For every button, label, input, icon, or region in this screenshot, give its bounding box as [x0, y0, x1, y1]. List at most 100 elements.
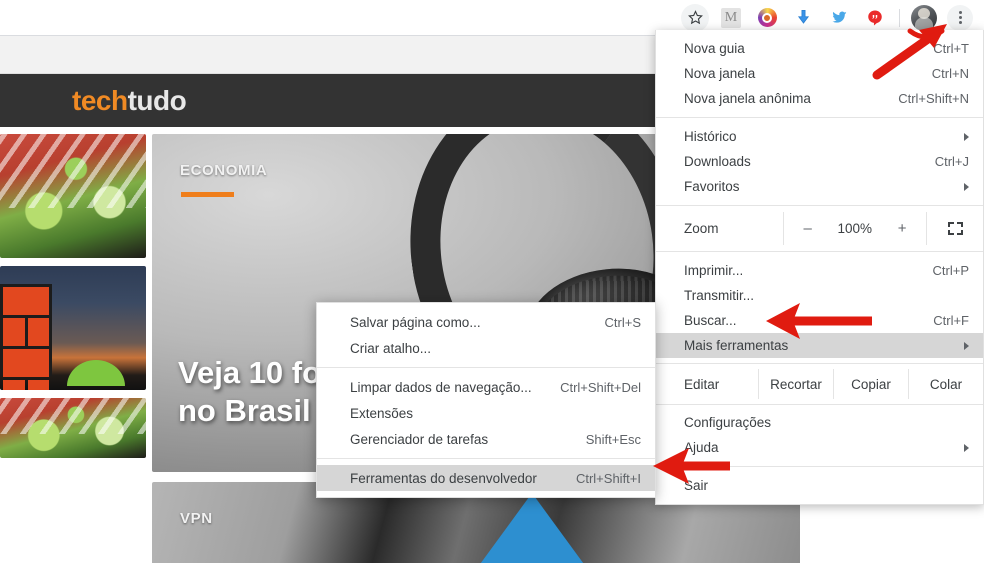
menu-item-help[interactable]: Ajuda — [656, 435, 983, 460]
more-tools-submenu[interactable]: Salvar página como... Ctrl+S Criar atalh… — [316, 302, 656, 498]
menu-item-find-label: Buscar... — [684, 313, 737, 328]
profile-avatar[interactable] — [910, 4, 938, 32]
hero-title: Veja 10 for no Brasil — [178, 354, 333, 430]
blue-triangle-decoration — [437, 492, 628, 563]
zoom-in-button[interactable]: + — [898, 220, 907, 237]
sidebar-thumbnails — [0, 127, 152, 563]
menu-item-history[interactable]: Histórico — [656, 124, 983, 149]
menu-edit-copy[interactable]: Copiar — [834, 369, 909, 399]
menu-item-new-tab-label: Nova guia — [684, 41, 745, 56]
menu-item-cast[interactable]: Transmitir... — [656, 283, 983, 308]
menu-item-new-incognito-window[interactable]: Nova janela anônima Ctrl+Shift+N — [656, 86, 983, 111]
menu-item-new-tab-accel: Ctrl+T — [933, 41, 969, 56]
submenu-item-clear-browsing-data[interactable]: Limpar dados de navegação... Ctrl+Shift+… — [317, 374, 655, 400]
site-logo[interactable]: techtudo — [72, 84, 187, 117]
submenu-item-clear-browsing-data-label: Limpar dados de navegação... — [350, 379, 532, 395]
menu-edit-paste[interactable]: Colar — [909, 369, 983, 399]
menu-separator — [656, 404, 983, 405]
hero-rule — [181, 192, 234, 197]
hero-kicker: ECONOMIA — [180, 162, 268, 179]
menu-separator — [656, 205, 983, 206]
toolbar-divider — [899, 8, 900, 27]
chevron-right-icon — [964, 182, 969, 191]
menu-edit-cut[interactable]: Recortar — [759, 369, 834, 399]
submenu-item-save-page-as-accel: Ctrl+S — [604, 314, 641, 330]
submenu-item-task-manager-accel: Shift+Esc — [585, 431, 641, 447]
menu-item-downloads-label: Downloads — [684, 154, 751, 169]
medium-extension-icon[interactable]: M — [717, 4, 745, 32]
phone-tiles-decoration — [0, 284, 52, 390]
menu-item-exit[interactable]: Sair — [656, 473, 983, 498]
hero-title-line2: no Brasil — [178, 393, 311, 429]
hero-title-line1: Veja 10 for — [178, 355, 334, 391]
menu-zoom-row: Zoom – 100% + — [656, 212, 983, 245]
chrome-menu-kebab[interactable] — [946, 4, 974, 32]
submenu-item-developer-tools-label: Ferramentas do desenvolvedor — [350, 470, 537, 486]
chevron-right-icon — [964, 341, 969, 350]
submenu-item-developer-tools-accel: Ctrl+Shift+I — [575, 470, 641, 486]
menu-item-print[interactable]: Imprimir... Ctrl+P — [656, 258, 983, 283]
menu-item-exit-label: Sair — [684, 478, 709, 493]
menu-separator — [656, 363, 983, 364]
menu-item-find[interactable]: Buscar... Ctrl+F — [656, 308, 983, 333]
menu-item-find-accel: Ctrl+F — [933, 313, 969, 328]
submenu-item-task-manager[interactable]: Gerenciador de tarefas Shift+Esc — [317, 426, 655, 452]
submenu-item-create-shortcut[interactable]: Criar atalho... — [317, 335, 655, 361]
menu-separator — [656, 466, 983, 467]
menu-item-downloads[interactable]: Downloads Ctrl+J — [656, 149, 983, 174]
chrome-main-menu[interactable]: Nova guia Ctrl+T Nova janela Ctrl+N Nova… — [655, 30, 984, 505]
submenu-item-save-page-as-label: Salvar página como... — [350, 314, 481, 330]
hangouts-extension-icon[interactable] — [861, 4, 889, 32]
submenu-item-extensions[interactable]: Extensões — [317, 400, 655, 426]
menu-item-cast-label: Transmitir... — [684, 288, 755, 303]
menu-edit-label: Editar — [656, 369, 759, 399]
zoom-level-value: 100% — [837, 221, 873, 236]
menu-edit-row: Editar Recortar Copiar Colar — [656, 369, 983, 399]
submenu-item-clear-browsing-data-accel: Ctrl+Shift+Del — [560, 379, 641, 395]
chevron-right-icon — [964, 443, 969, 452]
fullscreen-icon — [947, 222, 963, 235]
submenu-item-developer-tools[interactable]: Ferramentas do desenvolvedor Ctrl+Shift+… — [317, 465, 655, 491]
bookmark-star-icon[interactable] — [681, 3, 709, 32]
browser-screenshot: M ASSINE JÁ MINH — [0, 0, 984, 563]
submenu-item-create-shortcut-label: Criar atalho... — [350, 340, 432, 356]
menu-item-new-window[interactable]: Nova janela Ctrl+N — [656, 61, 983, 86]
menu-item-more-tools[interactable]: Mais ferramentas — [656, 333, 983, 358]
menu-item-bookmarks[interactable]: Favoritos — [656, 174, 983, 199]
menu-item-downloads-accel: Ctrl+J — [934, 154, 969, 169]
instagram-extension-icon[interactable] — [753, 4, 781, 32]
menu-separator — [656, 251, 983, 252]
submenu-separator — [317, 367, 655, 368]
menu-item-help-label: Ajuda — [684, 440, 719, 455]
menu-item-more-tools-label: Mais ferramentas — [684, 338, 789, 353]
menu-item-new-incognito-window-label: Nova janela anônima — [684, 91, 811, 106]
submenu-item-extensions-label: Extensões — [350, 405, 414, 421]
thumbnail-extra[interactable] — [0, 398, 146, 458]
menu-item-new-window-accel: Ctrl+N — [931, 66, 969, 81]
vpn-card-kicker: VPN — [180, 510, 213, 527]
menu-item-print-label: Imprimir... — [684, 263, 744, 278]
menu-zoom-controls: – 100% + — [783, 212, 927, 245]
thumbnail-night-tent[interactable] — [0, 266, 146, 390]
thumbnail-plants[interactable] — [0, 134, 146, 258]
logo-part-tech: tech — [72, 84, 128, 116]
submenu-item-task-manager-label: Gerenciador de tarefas — [350, 431, 489, 447]
zoom-out-button[interactable]: – — [803, 220, 811, 237]
menu-item-new-window-label: Nova janela — [684, 66, 756, 81]
download-extension-icon[interactable] — [789, 4, 817, 32]
submenu-separator — [317, 458, 655, 459]
menu-item-history-label: Histórico — [684, 129, 737, 144]
menu-item-bookmarks-label: Favoritos — [684, 179, 740, 194]
twitter-extension-icon[interactable] — [825, 4, 853, 32]
menu-item-settings-label: Configurações — [684, 415, 772, 430]
menu-item-new-incognito-window-accel: Ctrl+Shift+N — [898, 91, 969, 106]
menu-item-new-tab[interactable]: Nova guia Ctrl+T — [656, 36, 983, 61]
logo-part-tudo: tudo — [127, 84, 187, 116]
fullscreen-button[interactable] — [927, 222, 983, 235]
submenu-item-save-page-as[interactable]: Salvar página como... Ctrl+S — [317, 309, 655, 335]
menu-item-settings[interactable]: Configurações — [656, 410, 983, 435]
chevron-right-icon — [964, 132, 969, 141]
menu-item-print-accel: Ctrl+P — [932, 263, 969, 278]
menu-zoom-label: Zoom — [684, 221, 719, 236]
menu-separator — [656, 117, 983, 118]
